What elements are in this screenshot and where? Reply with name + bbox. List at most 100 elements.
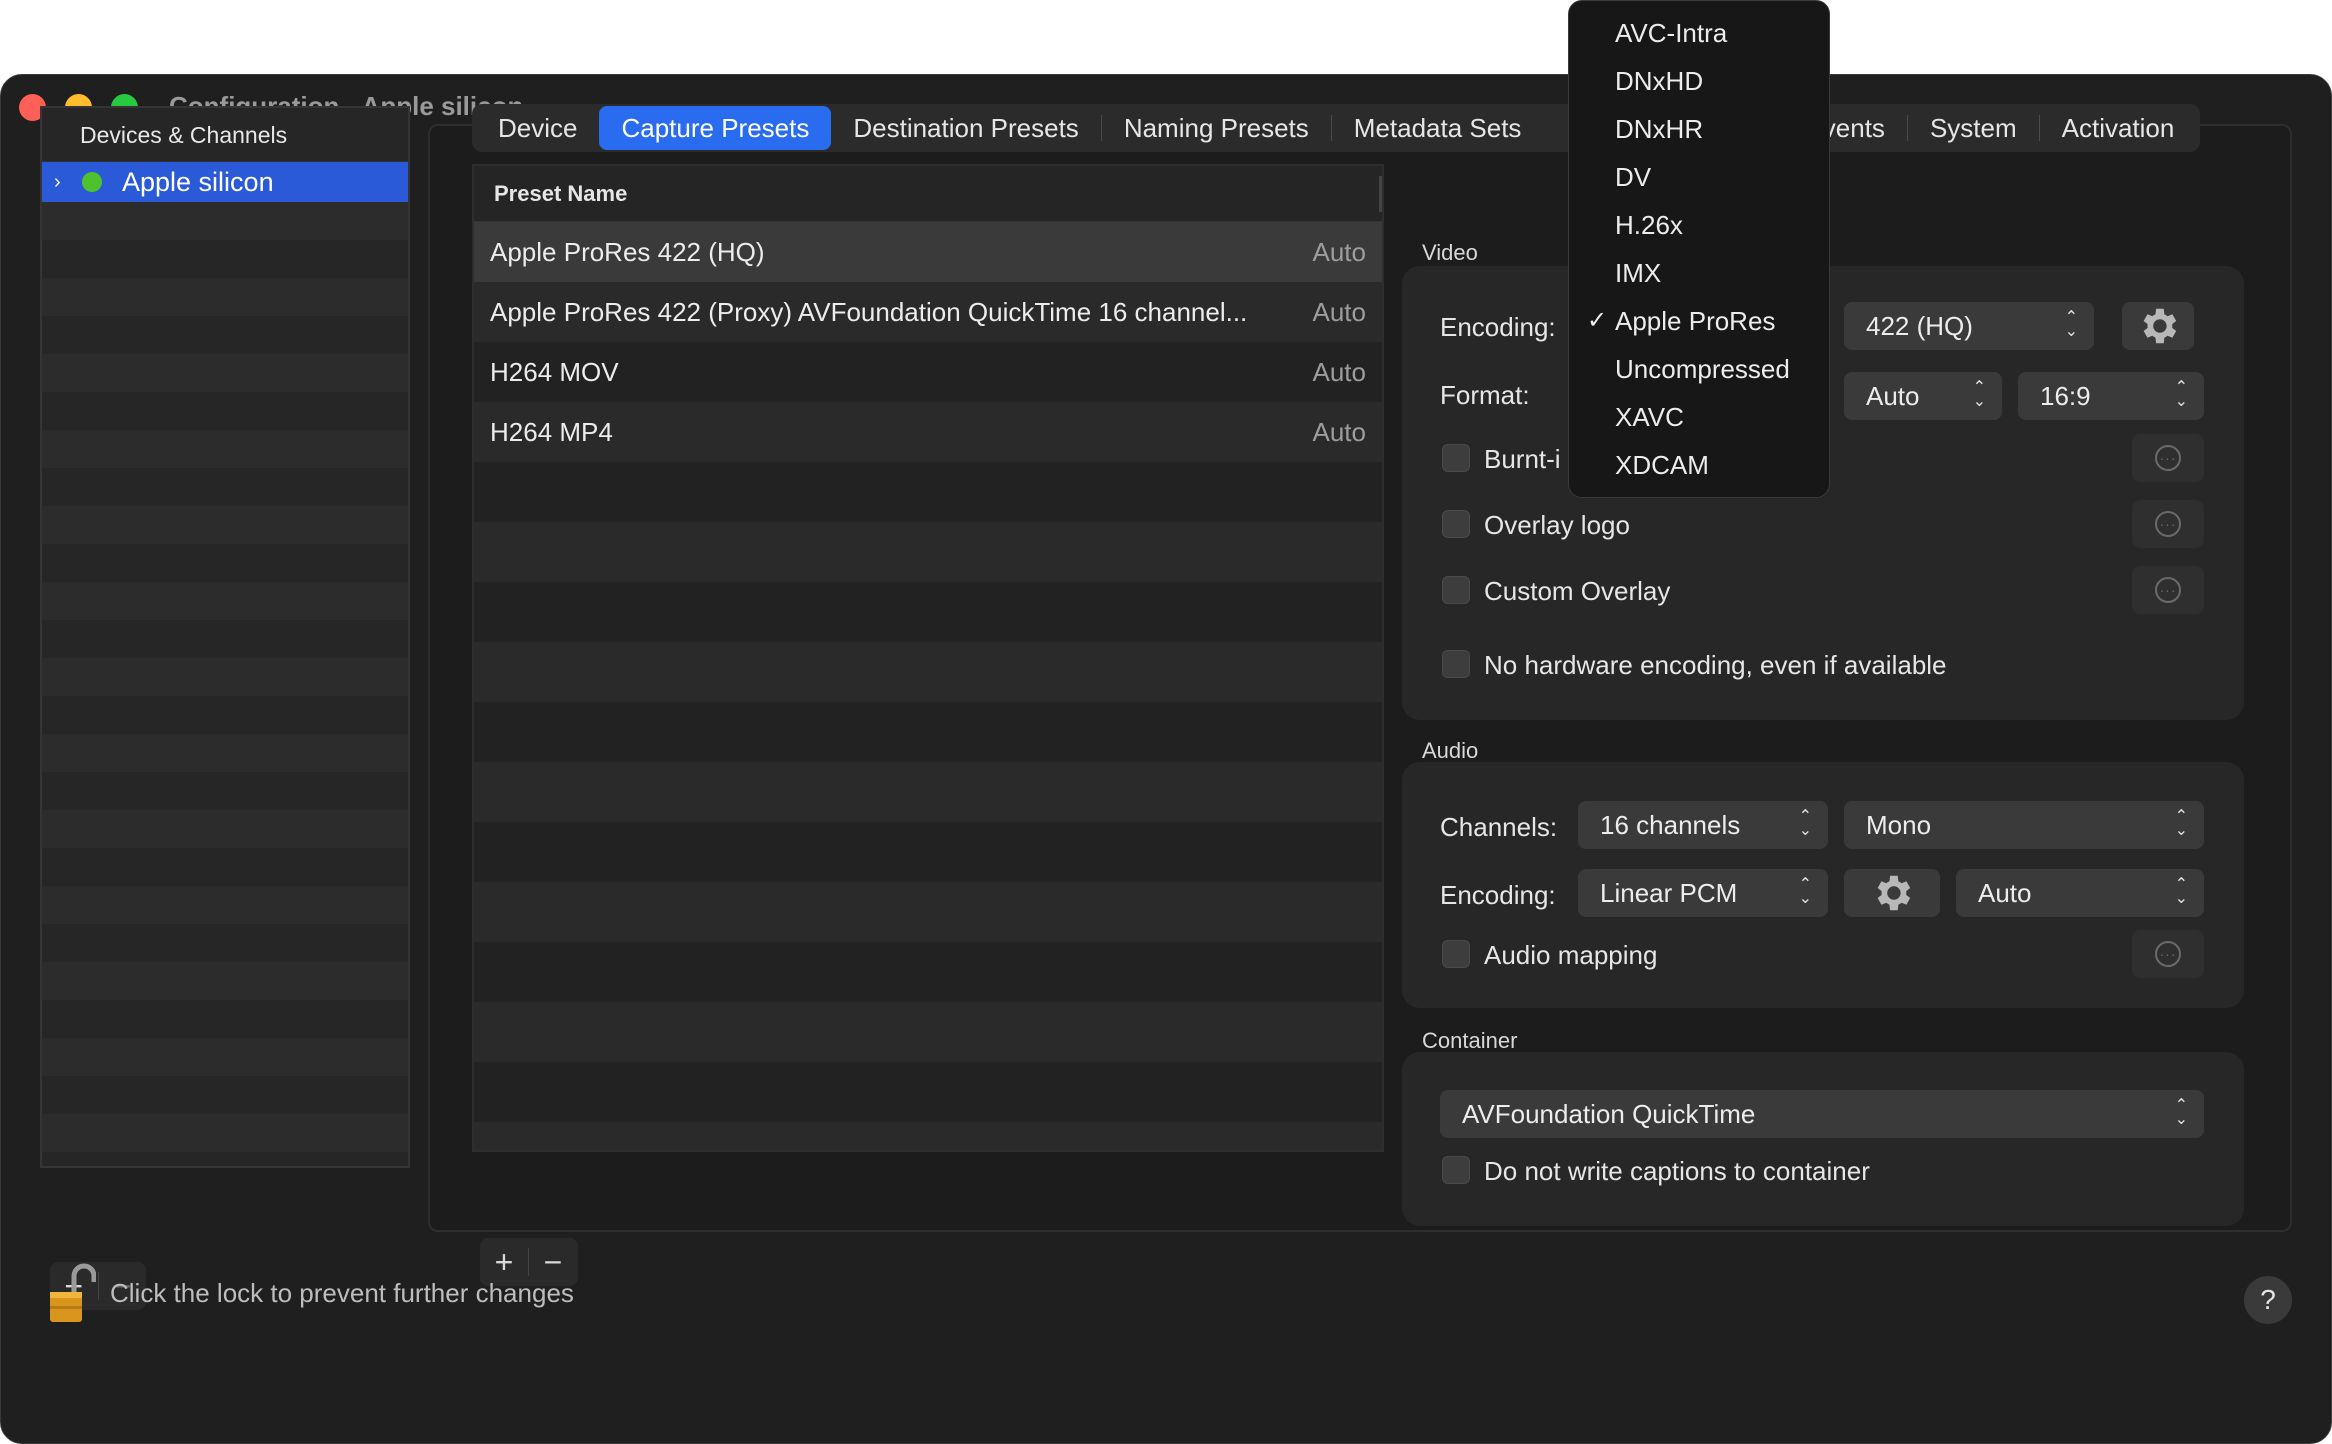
checkmark-icon: ✓ [1587,307,1608,334]
overlay-logo-checkbox[interactable] [1442,510,1470,538]
table-row[interactable]: H264 MP4 Auto [474,402,1382,462]
empty-row [474,1062,1382,1122]
encoding-dropdown-menu: AVC-Intra DNxHD DNxHR DV H.26x IMX ✓ Appl… [1568,0,1830,498]
burnt-in-options-button[interactable]: ··· [2132,434,2204,482]
encoding-profile-value: 422 (HQ) [1866,310,1973,341]
preset-value: Auto [1312,416,1367,447]
encoding-profile-popup[interactable]: 422 (HQ) ⌃ ⌄ [1844,302,2094,350]
menu-item-label: H.26x [1615,210,1683,240]
gear-icon [1877,875,1911,911]
tab-capture-presets[interactable]: Capture Presets [599,106,832,150]
menu-item-uncompressed[interactable]: Uncompressed [1569,345,1829,393]
gear-icon [2143,308,2177,344]
menu-item-label: Uncompressed [1615,354,1790,384]
menu-item-h26x[interactable]: H.26x [1569,201,1829,249]
tab-bar: Device Capture Presets Destination Prese… [472,104,2201,152]
container-popup[interactable]: AVFoundation QuickTime ⌃ ⌄ [1440,1090,2204,1138]
updown-arrows-icon: ⌃ ⌄ [2064,309,2078,340]
menu-item-label: DNxHR [1615,114,1704,144]
table-row[interactable]: Apple ProRes 422 (Proxy) AVFoundation Qu… [474,282,1382,342]
custom-overlay-label: Custom Overlay [1484,576,1671,606]
container-section-label: Container [1422,1028,1518,1053]
no-captions-label: Do not write captions to container [1484,1156,1870,1186]
no-hardware-encoding-label: No hardware encoding, even if available [1484,650,1947,680]
empty-row [474,642,1382,702]
sidebar-empty-rows [42,202,408,1152]
tab-destination-presets[interactable]: Destination Presets [831,106,1100,150]
tab-system[interactable]: System [1908,106,2039,150]
custom-overlay-checkbox[interactable] [1442,576,1470,604]
empty-row [474,522,1382,582]
menu-item-label: DV [1615,162,1652,192]
table-row[interactable]: Apple ProRes 422 (HQ) Auto [474,222,1382,282]
menu-item-avc-intra[interactable]: AVC-Intra [1569,9,1829,57]
preset-name: H264 MP4 [490,416,613,447]
format-popup[interactable]: Auto ⌃ ⌄ [1844,372,2002,420]
lock-icon[interactable] [48,1262,97,1331]
column-header-label: Preset Name [494,181,628,206]
menu-item-imx[interactable]: IMX [1569,249,1829,297]
empty-row [474,582,1382,642]
audio-section-label: Audio [1422,738,1479,763]
video-section-label: Video [1422,240,1478,265]
custom-overlay-options-button[interactable]: ··· [2132,566,2204,614]
devices-sidebar: Devices & Channels › Apple silicon [40,106,410,1168]
menu-item-dnxhr[interactable]: DNxHR [1569,105,1829,153]
tab-naming-presets[interactable]: Naming Presets [1102,106,1331,150]
empty-row [474,942,1382,1002]
no-captions-checkbox[interactable] [1442,1156,1470,1184]
tab-activation[interactable]: Activation [2040,106,2197,150]
updown-arrows-icon: ⌃ ⌄ [2174,379,2188,410]
audio-encoding-label: Encoding: [1440,880,1556,910]
sidebar-item-apple-silicon[interactable]: › Apple silicon [42,162,408,202]
menu-item-xavc[interactable]: XAVC [1569,393,1829,441]
video-encoding-label: Encoding: [1440,312,1556,342]
channel-mode-value: Mono [1866,809,1932,840]
audio-mapping-options-button[interactable]: ··· [2132,930,2204,978]
audio-encoding-popup[interactable]: Linear PCM ⌃ ⌄ [1578,869,1828,917]
audio-encoding-settings-button[interactable] [1844,869,1940,917]
tab-metadata-sets[interactable]: Metadata Sets [1332,106,1544,150]
menu-item-apple-prores[interactable]: ✓ Apple ProRes [1569,297,1829,345]
channels-value: 16 channels [1600,809,1741,840]
updown-arrows-icon: ⌃ ⌄ [1798,876,1812,907]
ellipsis-circle-icon: ··· [2155,445,2181,471]
aspect-ratio-popup[interactable]: 16:9 ⌃ ⌄ [2018,372,2204,420]
updown-arrows-icon: ⌃ ⌄ [2174,1097,2188,1128]
menu-item-xdcam[interactable]: XDCAM [1569,441,1829,489]
menu-item-label: DNxHD [1615,66,1704,96]
help-button[interactable]: ? [2244,1276,2292,1324]
empty-row [474,702,1382,762]
audio-rate-value: Auto [1978,877,2032,908]
table-row[interactable]: H264 MOV Auto [474,342,1382,402]
video-encoding-settings-button[interactable] [2122,302,2194,350]
empty-row [474,1122,1382,1150]
burnt-in-label: Burnt-i [1484,444,1561,474]
chevron-right-icon[interactable]: › [54,171,74,194]
presets-table: Preset Name Apple ProRes 422 (HQ) Auto A… [472,164,1384,1152]
menu-item-dnxhd[interactable]: DNxHD [1569,57,1829,105]
audio-rate-popup[interactable]: Auto ⌃ ⌄ [1956,869,2204,917]
column-resize-handle[interactable] [1379,176,1382,212]
updown-arrows-icon: ⌃ ⌄ [1972,379,1986,410]
preset-name: Apple ProRes 422 (HQ) [490,236,765,267]
menu-item-label: XDCAM [1615,450,1709,480]
ellipsis-circle-icon: ··· [2155,941,2181,967]
overlay-logo-options-button[interactable]: ··· [2132,500,2204,548]
overlay-logo-label: Overlay logo [1484,510,1630,540]
no-hardware-encoding-checkbox[interactable] [1442,650,1470,678]
audio-mapping-checkbox[interactable] [1442,940,1470,968]
burnt-in-checkbox[interactable] [1442,444,1470,472]
empty-row [474,1002,1382,1062]
preset-name: H264 MOV [490,356,619,387]
sidebar-item-label: Apple silicon [122,166,274,197]
preset-name-column-header[interactable]: Preset Name [474,166,1382,222]
tab-device[interactable]: Device [476,106,599,150]
menu-item-dv[interactable]: DV [1569,153,1829,201]
channels-popup[interactable]: 16 channels ⌃ ⌄ [1578,801,1828,849]
format-value: Auto [1866,380,1920,411]
preset-value: Auto [1312,296,1367,327]
status-dot-icon [82,172,102,192]
channel-mode-popup[interactable]: Mono ⌃ ⌄ [1844,801,2204,849]
preset-value: Auto [1312,236,1367,267]
